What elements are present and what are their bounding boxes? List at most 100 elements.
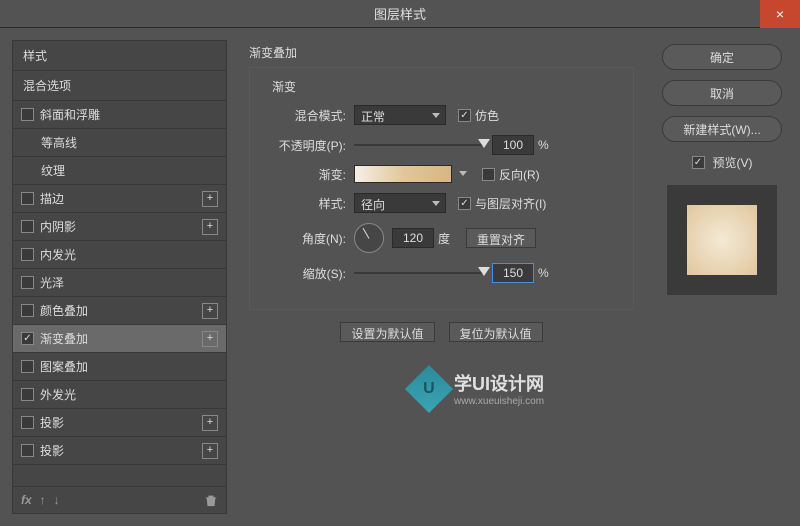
angle-unit: 度	[438, 230, 450, 247]
opacity-slider[interactable]	[354, 138, 484, 152]
style-item-5[interactable]: 内发光	[13, 241, 226, 269]
style-label: 外发光	[40, 386, 218, 403]
settings-panel: 渐变叠加 渐变 混合模式: 正常 仿色 不透明度(P): %	[239, 40, 644, 514]
preview-checkbox[interactable]	[692, 156, 705, 169]
close-button[interactable]: ×	[760, 0, 800, 28]
arrow-down-icon[interactable]: ↓	[54, 493, 60, 507]
style-item-9[interactable]: 图案叠加	[13, 353, 226, 381]
style-item-2[interactable]: 纹理	[13, 157, 226, 185]
style-checkbox[interactable]	[21, 220, 34, 233]
styles-footer: fx ↑ ↓	[13, 486, 226, 513]
trash-icon[interactable]	[204, 493, 218, 507]
preview-box	[667, 185, 777, 295]
preview-label: 预览(V)	[713, 154, 753, 171]
new-style-button[interactable]: 新建样式(W)...	[662, 116, 782, 142]
style-label: 等高线	[41, 134, 218, 151]
plus-icon[interactable]: +	[202, 191, 218, 207]
reset-default-button[interactable]: 复位为默认值	[449, 322, 543, 342]
opacity-label: 不透明度(P):	[264, 137, 354, 154]
titlebar: 图层样式 ×	[0, 0, 800, 28]
style-checkbox[interactable]	[21, 444, 34, 457]
reset-align-button[interactable]: 重置对齐	[466, 228, 536, 248]
style-label: 图案叠加	[40, 358, 218, 375]
action-panel: 确定 取消 新建样式(W)... 预览(V)	[656, 40, 788, 514]
cancel-button[interactable]: 取消	[662, 80, 782, 106]
style-label: 颜色叠加	[40, 302, 218, 319]
style-label: 渐变叠加	[40, 330, 218, 347]
style-label: 投影	[40, 414, 218, 431]
style-label: 光泽	[40, 274, 218, 291]
angle-label: 角度(N):	[264, 230, 354, 247]
style-select[interactable]: 径向	[354, 193, 446, 213]
style-label: 描边	[40, 190, 218, 207]
style-item-11[interactable]: 投影+	[13, 409, 226, 437]
preview-toggle-row: 预览(V)	[692, 154, 753, 171]
reverse-label: 反向(R)	[499, 166, 540, 183]
angle-row: 角度(N): 度 重置对齐	[264, 223, 619, 253]
style-item-7[interactable]: 颜色叠加+	[13, 297, 226, 325]
style-label: 样式:	[264, 195, 354, 212]
blend-mode-label: 混合模式:	[264, 107, 354, 124]
style-label: 投影	[40, 442, 218, 459]
align-label: 与图层对齐(I)	[475, 195, 546, 212]
scale-input[interactable]	[492, 263, 534, 283]
gradient-row: 渐变: 反向(R)	[264, 165, 619, 183]
watermark: U 学UI设计网 www.xueuisheji.com	[412, 370, 544, 407]
gradient-fieldset: 渐变 混合模式: 正常 仿色 不透明度(P): % 渐变:	[249, 67, 634, 310]
opacity-input[interactable]	[492, 135, 534, 155]
scale-slider[interactable]	[354, 266, 484, 280]
style-checkbox[interactable]	[21, 416, 34, 429]
style-checkbox[interactable]	[21, 108, 34, 121]
scale-label: 缩放(S):	[264, 265, 354, 282]
section-title: 渐变叠加	[249, 44, 634, 61]
angle-input[interactable]	[392, 228, 434, 248]
scale-row: 缩放(S): %	[264, 263, 619, 283]
style-item-6[interactable]: 光泽	[13, 269, 226, 297]
styles-panel: 样式 混合选项 斜面和浮雕等高线纹理描边+内阴影+内发光光泽颜色叠加+渐变叠加+…	[12, 40, 227, 514]
ok-button[interactable]: 确定	[662, 44, 782, 70]
plus-icon[interactable]: +	[202, 331, 218, 347]
plus-icon[interactable]: +	[202, 443, 218, 459]
set-default-button[interactable]: 设置为默认值	[340, 322, 434, 342]
style-label: 内发光	[40, 246, 218, 263]
dither-checkbox[interactable]	[458, 109, 471, 122]
style-item-10[interactable]: 外发光	[13, 381, 226, 409]
arrow-up-icon[interactable]: ↑	[40, 493, 46, 507]
style-item-0[interactable]: 斜面和浮雕	[13, 101, 226, 129]
blending-options[interactable]: 混合选项	[13, 71, 226, 101]
blend-mode-select[interactable]: 正常	[354, 105, 446, 125]
style-item-8[interactable]: 渐变叠加+	[13, 325, 226, 353]
style-checkbox[interactable]	[21, 332, 34, 345]
plus-icon[interactable]: +	[202, 303, 218, 319]
preview-swatch	[687, 205, 757, 275]
align-checkbox[interactable]	[458, 197, 471, 210]
style-item-12[interactable]: 投影+	[13, 437, 226, 465]
style-checkbox[interactable]	[21, 388, 34, 401]
scale-unit: %	[538, 266, 549, 280]
style-checkbox[interactable]	[21, 304, 34, 317]
fx-icon[interactable]: fx	[21, 493, 32, 507]
slider-thumb-icon[interactable]	[478, 267, 490, 276]
styles-header[interactable]: 样式	[13, 41, 226, 71]
style-list: 斜面和浮雕等高线纹理描边+内阴影+内发光光泽颜色叠加+渐变叠加+图案叠加外发光投…	[13, 101, 226, 486]
gradient-label: 渐变:	[264, 166, 354, 183]
fieldset-legend: 渐变	[268, 78, 300, 95]
watermark-logo-icon: U	[405, 364, 453, 412]
reverse-checkbox[interactable]	[482, 168, 495, 181]
style-label: 纹理	[41, 162, 218, 179]
style-item-3[interactable]: 描边+	[13, 185, 226, 213]
dither-label: 仿色	[475, 107, 499, 124]
style-item-4[interactable]: 内阴影+	[13, 213, 226, 241]
style-checkbox[interactable]	[21, 276, 34, 289]
plus-icon[interactable]: +	[202, 219, 218, 235]
angle-dial[interactable]	[354, 223, 384, 253]
slider-thumb-icon[interactable]	[478, 139, 490, 148]
gradient-picker[interactable]	[354, 165, 452, 183]
style-checkbox[interactable]	[21, 192, 34, 205]
style-checkbox[interactable]	[21, 360, 34, 373]
style-row: 样式: 径向 与图层对齐(I)	[264, 193, 619, 213]
plus-icon[interactable]: +	[202, 415, 218, 431]
opacity-row: 不透明度(P): %	[264, 135, 619, 155]
style-checkbox[interactable]	[21, 248, 34, 261]
style-item-1[interactable]: 等高线	[13, 129, 226, 157]
